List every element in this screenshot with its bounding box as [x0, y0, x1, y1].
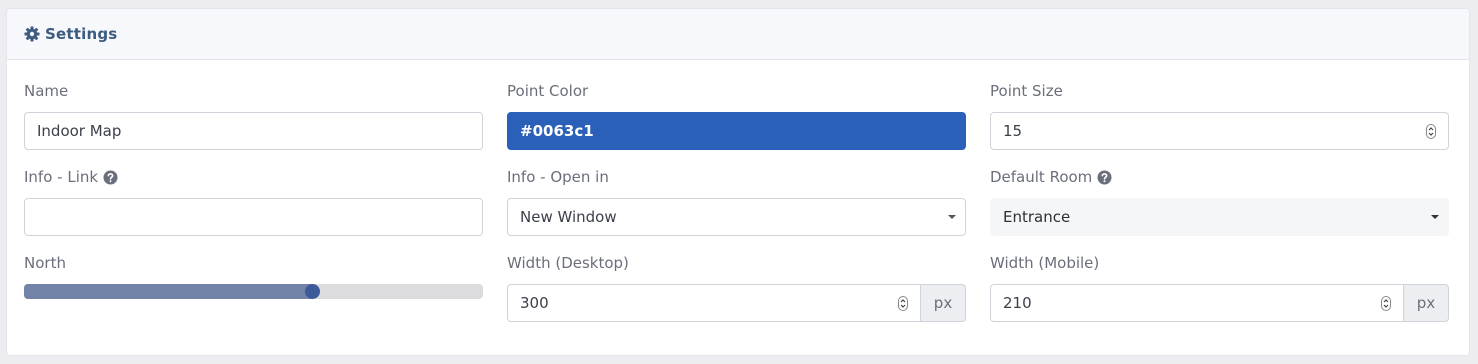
name-label: Name [24, 82, 69, 100]
width-mobile-unit: px [1403, 284, 1449, 322]
card-header: Settings [7, 9, 1469, 60]
default-room-label: Default Room [990, 168, 1112, 186]
gear-icon [24, 26, 40, 42]
point-color-input[interactable]: #0063c1 [507, 112, 966, 150]
width-desktop-value: 300 [520, 294, 549, 312]
point-size-label: Point Size [990, 82, 1063, 100]
width-desktop-input[interactable]: 300 [507, 284, 921, 322]
info-open-in-label: Info - Open in [507, 168, 609, 186]
spinner-arrows-icon[interactable] [898, 296, 908, 311]
settings-card: Settings Name Indoor Map Point Color #00… [6, 8, 1470, 356]
info-link-label: Info - Link [24, 168, 118, 186]
default-room-label-text: Default Room [990, 168, 1093, 186]
width-desktop-unit: px [920, 284, 966, 322]
help-icon[interactable] [1097, 170, 1112, 185]
default-room-select[interactable]: Entrance [990, 198, 1449, 236]
point-size-value: 15 [1003, 122, 1023, 140]
north-label: North [24, 254, 66, 272]
width-mobile-label: Width (Mobile) [990, 254, 1100, 272]
north-slider[interactable] [24, 284, 483, 299]
width-desktop-label: Width (Desktop) [507, 254, 629, 272]
north-slider-fill [24, 284, 314, 299]
help-icon[interactable] [103, 170, 118, 185]
info-link-input[interactable] [24, 198, 483, 236]
spinner-arrows-icon[interactable] [1426, 124, 1436, 139]
chevron-down-icon [948, 215, 956, 219]
default-room-value: Entrance [1003, 208, 1071, 226]
info-open-in-select[interactable]: New Window [507, 198, 966, 236]
point-color-label: Point Color [507, 82, 589, 100]
card-title: Settings [45, 25, 118, 43]
chevron-down-icon [1431, 215, 1439, 219]
width-mobile-value: 210 [1003, 294, 1032, 312]
point-size-input[interactable]: 15 [990, 112, 1449, 150]
north-slider-thumb[interactable] [305, 284, 321, 299]
width-mobile-input[interactable]: 210 [990, 284, 1404, 322]
name-input[interactable]: Indoor Map [24, 112, 483, 150]
info-link-label-text: Info - Link [24, 168, 99, 186]
info-open-in-value: New Window [520, 208, 617, 226]
spinner-arrows-icon[interactable] [1381, 296, 1391, 311]
